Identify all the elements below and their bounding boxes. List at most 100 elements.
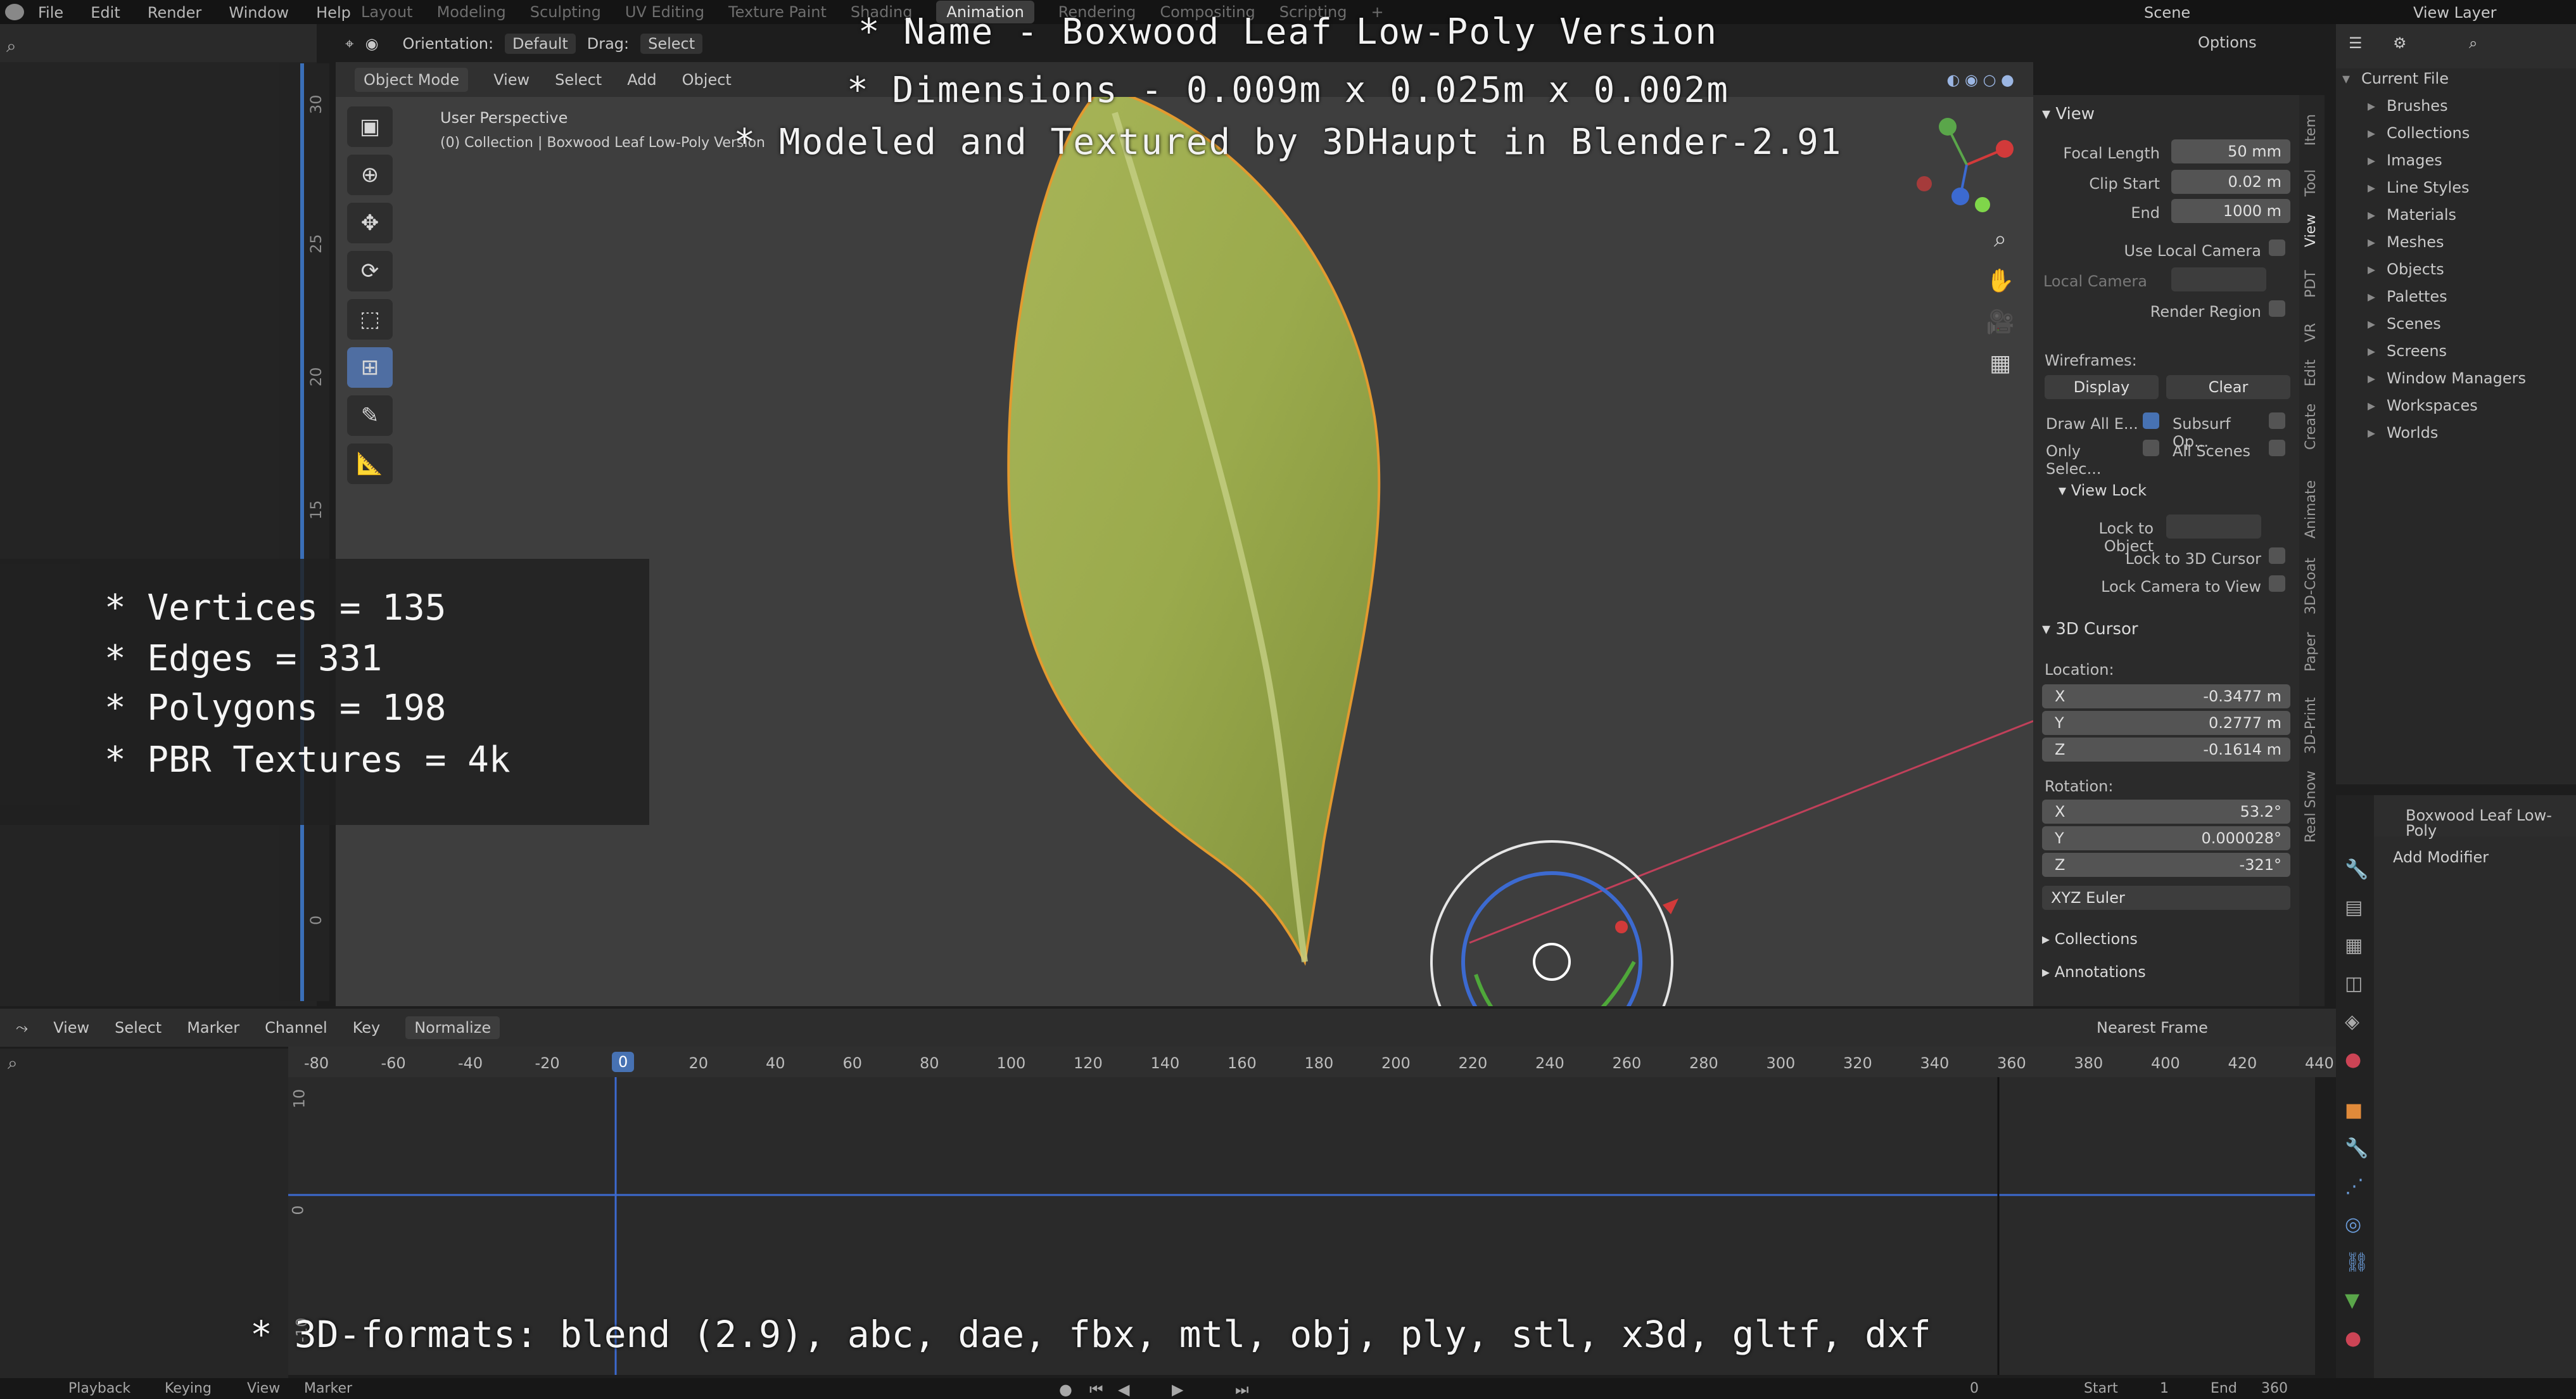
add-modifier-dropdown[interactable]: Add Modifier bbox=[2393, 850, 2489, 865]
clear-button[interactable]: Clear bbox=[2166, 375, 2290, 399]
only-selected-checkbox[interactable] bbox=[2143, 440, 2159, 456]
data-tab-icon[interactable]: ▼ bbox=[2345, 1289, 2359, 1312]
outliner-item[interactable]: ▸ Brushes bbox=[2368, 97, 2448, 115]
tab-item[interactable]: Item bbox=[2303, 114, 2319, 146]
local-camera-field[interactable] bbox=[2171, 267, 2266, 291]
tab-pdt[interactable]: PDT bbox=[2303, 270, 2319, 298]
editor-type-icon[interactable]: ⤳ bbox=[16, 1019, 28, 1037]
tl-menu-view[interactable]: View bbox=[53, 1019, 89, 1037]
playback-menu[interactable]: Playback bbox=[68, 1381, 130, 1396]
rotate-tool-icon[interactable]: ⟳ bbox=[347, 251, 393, 291]
draw-all-checkbox[interactable] bbox=[2143, 412, 2159, 429]
tl-menu-channel[interactable]: Channel bbox=[265, 1019, 327, 1037]
transform-tool-icon[interactable]: ⊞ bbox=[347, 347, 393, 388]
pan-hand-icon[interactable]: ✋ bbox=[1983, 263, 2018, 298]
move-tool-icon[interactable]: ✥ bbox=[347, 203, 393, 243]
world-tab-icon[interactable]: ● bbox=[2345, 1049, 2361, 1071]
all-scenes-checkbox[interactable] bbox=[2269, 440, 2285, 456]
tab-edit[interactable]: Edit bbox=[2303, 359, 2319, 386]
gizmo-x-handle[interactable] bbox=[1615, 921, 1628, 933]
tab-view[interactable]: View bbox=[2303, 214, 2319, 247]
measure-tool-icon[interactable]: 📐 bbox=[347, 444, 393, 484]
end-field[interactable]: 360 bbox=[2261, 1381, 2288, 1396]
tab-paper[interactable]: Paper bbox=[2303, 632, 2319, 672]
render-region-checkbox[interactable] bbox=[2269, 300, 2285, 317]
play-reverse-icon[interactable]: ◀ bbox=[1118, 1381, 1129, 1398]
filter-icon[interactable]: ⚙ bbox=[2393, 35, 2407, 51]
annotations-section[interactable]: ▸ Annotations bbox=[2042, 963, 2146, 981]
play-icon[interactable]: ▶ bbox=[1172, 1381, 1183, 1398]
keying-menu[interactable]: Keying bbox=[165, 1381, 212, 1396]
frame-ruler[interactable]: -80 -60 -40 -20 0 20 40 60 80 100 120 140 160 180 200 2… bbox=[288, 1047, 2336, 1077]
outliner-item[interactable]: ▸ Images bbox=[2368, 151, 2442, 169]
tl-menu-marker[interactable]: Marker bbox=[187, 1019, 239, 1037]
view-menu[interactable]: View bbox=[247, 1381, 280, 1396]
output-tab-icon[interactable]: ▦ bbox=[2345, 935, 2363, 957]
outliner-item[interactable]: ▸ Line Styles bbox=[2368, 179, 2469, 196]
gizmo-neg-y-icon[interactable] bbox=[1975, 197, 1990, 212]
normalize-toggle[interactable]: Normalize bbox=[405, 1016, 500, 1039]
outliner-item[interactable]: ▸ Worlds bbox=[2368, 424, 2438, 442]
rotate-gizmo-center[interactable] bbox=[1533, 943, 1571, 981]
zoom-icon[interactable]: ⌕ bbox=[1983, 222, 2018, 257]
3d-viewport[interactable] bbox=[336, 62, 2033, 1006]
start-field[interactable]: 1 bbox=[2160, 1381, 2169, 1396]
display-button[interactable]: Display bbox=[2045, 375, 2159, 399]
outliner-root[interactable]: ▾ Current File bbox=[2342, 70, 2449, 87]
jump-start-icon[interactable]: ⏮ bbox=[1089, 1381, 1103, 1398]
tab-tool[interactable]: Tool bbox=[2303, 169, 2319, 196]
outliner-item[interactable]: ▸ Window Managers bbox=[2368, 369, 2526, 387]
ortho-grid-icon[interactable]: ▦ bbox=[1983, 345, 2018, 381]
channel-search-icon[interactable]: ⌕ bbox=[8, 1052, 18, 1074]
view-section-header[interactable]: ▾ View bbox=[2042, 105, 2095, 124]
current-frame-indicator[interactable]: 0 bbox=[612, 1052, 635, 1072]
cursor-location-x-field[interactable]: X -0.3477 m bbox=[2042, 684, 2290, 708]
tab-animate[interactable]: Animate bbox=[2303, 480, 2319, 539]
focal-length-field[interactable]: 50 mm bbox=[2171, 139, 2290, 163]
tl-menu-select[interactable]: Select bbox=[115, 1019, 162, 1037]
tab-3d-print[interactable]: 3D-Print bbox=[2303, 698, 2319, 754]
display-mode-icon[interactable]: ☰ bbox=[2349, 35, 2363, 51]
camera-view-icon[interactable]: 🎥 bbox=[1983, 304, 2018, 340]
collections-section[interactable]: ▸ Collections bbox=[2042, 930, 2138, 948]
cursor-location-z-field[interactable]: Z -0.1614 m bbox=[2042, 738, 2290, 762]
view-lock-header[interactable]: ▾ View Lock bbox=[2059, 482, 2147, 499]
constraints-tab-icon[interactable]: ⛓ bbox=[2345, 1251, 2369, 1274]
lock-camera-checkbox[interactable] bbox=[2269, 575, 2285, 592]
lock-to-object-field[interactable] bbox=[2166, 514, 2261, 539]
rotate-gizmo-z[interactable] bbox=[1461, 871, 1642, 1006]
gizmo-neg-x-icon[interactable] bbox=[1917, 176, 1932, 191]
cursor-rotation-y-field[interactable]: Y 0.000028° bbox=[2042, 826, 2290, 850]
3d-cursor-header[interactable]: ▾ 3D Cursor bbox=[2042, 620, 2138, 639]
outliner-item[interactable]: ▸ Workspaces bbox=[2368, 397, 2478, 414]
rotate-gizmo-y[interactable] bbox=[1474, 961, 1636, 1006]
tab-vr[interactable]: VR bbox=[2303, 323, 2319, 342]
snap-dropdown[interactable]: Nearest Frame bbox=[2097, 1019, 2208, 1037]
tab-real-snow[interactable]: Real Snow bbox=[2303, 770, 2319, 843]
outliner-item[interactable]: ▸ Meshes bbox=[2368, 233, 2444, 251]
render-tab-icon[interactable]: ▤ bbox=[2345, 897, 2363, 919]
modifier-tab-icon[interactable]: 🔧 bbox=[2345, 1137, 2368, 1159]
marker-menu[interactable]: Marker bbox=[304, 1381, 352, 1396]
annotate-tool-icon[interactable]: ✎ bbox=[347, 395, 393, 436]
outliner-item[interactable]: ▸ Collections bbox=[2368, 124, 2470, 142]
cursor-rotation-x-field[interactable]: X 53.2° bbox=[2042, 800, 2290, 824]
leaf-mesh[interactable] bbox=[1007, 86, 1381, 966]
material-tab-icon[interactable]: ● bbox=[2345, 1327, 2361, 1350]
current-frame-field[interactable]: 0 bbox=[1970, 1381, 1979, 1396]
jump-end-icon[interactable]: ⏭ bbox=[1235, 1381, 1249, 1398]
tab-3d-coat[interactable]: 3D-Coat bbox=[2303, 558, 2319, 615]
record-button-icon[interactable]: ● bbox=[1059, 1381, 1072, 1398]
object-name[interactable]: Boxwood Leaf Low-Poly bbox=[2406, 808, 2576, 838]
subsurf-checkbox[interactable] bbox=[2269, 412, 2285, 429]
cursor-location-y-field[interactable]: Y 0.2777 m bbox=[2042, 711, 2290, 735]
outliner-item[interactable]: ▸ Objects bbox=[2368, 260, 2444, 278]
clip-end-field[interactable]: 1000 m bbox=[2171, 199, 2290, 223]
rotation-mode-dropdown[interactable]: XYZ Euler bbox=[2042, 886, 2290, 910]
outliner-item[interactable]: ▸ Palettes bbox=[2368, 288, 2447, 305]
scene-tab-icon[interactable]: ◈ bbox=[2345, 1011, 2359, 1033]
physics-tab-icon[interactable]: ◎ bbox=[2345, 1213, 2361, 1236]
particles-tab-icon[interactable]: ⋰ bbox=[2345, 1175, 2364, 1198]
clip-start-field[interactable]: 0.02 m bbox=[2171, 170, 2290, 194]
rotate-gizmo-outer[interactable] bbox=[1430, 840, 1673, 1006]
